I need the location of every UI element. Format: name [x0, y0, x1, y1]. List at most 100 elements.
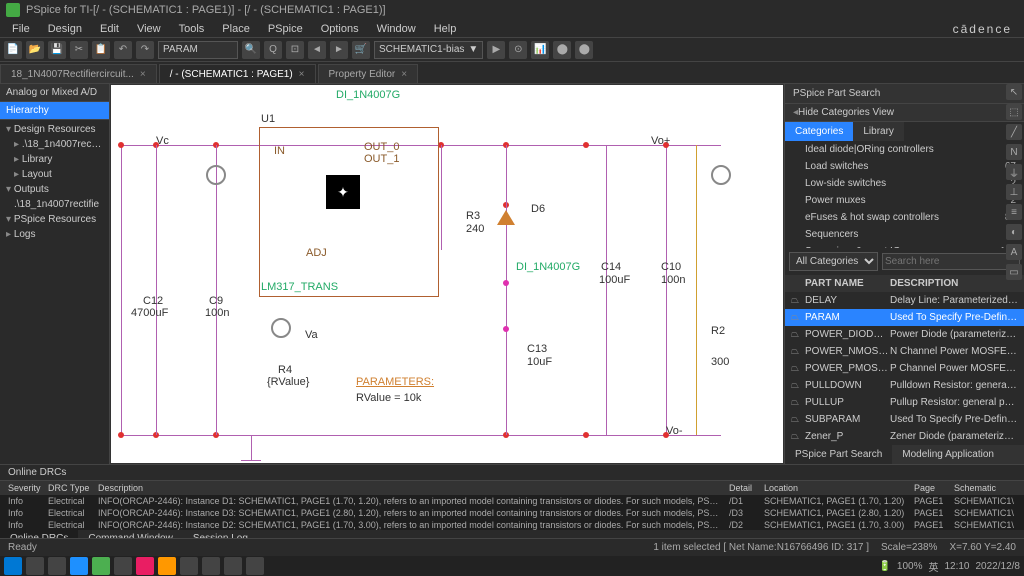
- tree-logs[interactable]: Logs: [2, 227, 107, 242]
- search-taskbar-icon[interactable]: [26, 557, 44, 575]
- marker2-icon[interactable]: ⬤: [575, 41, 593, 59]
- tree-design-resources[interactable]: Design Resources: [2, 122, 107, 137]
- menu-place[interactable]: Place: [214, 21, 258, 37]
- schematic-canvas[interactable]: DI_1N4007G U1 IN: [110, 84, 784, 464]
- tree-output-file[interactable]: .\18_1n4007rectifie: [2, 197, 107, 212]
- hide-categories[interactable]: Hide Categories View: [798, 107, 894, 118]
- wire-c14[interactable]: [606, 145, 607, 435]
- drc-row[interactable]: InfoElectricalINFO(ORCAP-2446): Instance…: [0, 507, 1024, 519]
- drc-row[interactable]: InfoElectricalINFO(ORCAP-2446): Instance…: [0, 495, 1024, 507]
- tab-design[interactable]: 18_1N4007Rectifiercircuit...×: [0, 64, 157, 83]
- clock-time[interactable]: 12:10: [944, 561, 969, 572]
- app-icon[interactable]: [202, 557, 220, 575]
- edge-icon[interactable]: [70, 557, 88, 575]
- tab-modeling[interactable]: Modeling Application: [892, 445, 1004, 464]
- cart-icon[interactable]: 🛒: [352, 41, 370, 59]
- ground-icon[interactable]: [241, 460, 261, 461]
- zoom-out-icon[interactable]: Q: [264, 41, 282, 59]
- part-search-input[interactable]: [158, 41, 238, 59]
- part-row-power-diode[interactable]: ⏢POWER_DIODE_PPower Diode (parameterized…: [785, 326, 1024, 343]
- app-icon[interactable]: [114, 557, 132, 575]
- cat-low-side[interactable]: Low-side switches2: [785, 175, 1024, 192]
- new-icon[interactable]: 📄: [4, 41, 22, 59]
- ground-icon[interactable]: ⏚: [1006, 164, 1022, 180]
- tab-property-editor[interactable]: Property Editor×: [318, 64, 419, 83]
- wire-icon[interactable]: ╱: [1006, 124, 1022, 140]
- app-icon[interactable]: [180, 557, 198, 575]
- net-icon[interactable]: N: [1006, 144, 1022, 160]
- menu-options[interactable]: Options: [313, 21, 367, 37]
- battery-icon[interactable]: 🔋: [878, 561, 890, 572]
- wire-r3[interactable]: [441, 145, 442, 250]
- wire-d6[interactable]: [506, 145, 507, 435]
- menu-file[interactable]: File: [4, 21, 38, 37]
- part-row-param[interactable]: ⏢PARAMUsed To Specify Pre-Defined Parame…: [785, 309, 1024, 326]
- explorer-icon[interactable]: [48, 557, 66, 575]
- zoom-fit-icon[interactable]: ⊡: [286, 41, 304, 59]
- menu-design[interactable]: Design: [40, 21, 90, 37]
- tab-page1[interactable]: / - (SCHEMATIC1 : PAGE1)×: [159, 64, 316, 83]
- voltage-probe-icon[interactable]: [711, 165, 731, 185]
- wechat-icon[interactable]: [92, 557, 110, 575]
- part-row-delay[interactable]: ⏢DELAYDelay Line: Parameterized delay: [785, 292, 1024, 309]
- part-row-power-nmos[interactable]: ⏢POWER_NMOS_PN Channel Power MOSFET (par…: [785, 343, 1024, 360]
- menu-window[interactable]: Window: [369, 21, 424, 37]
- part-row-power-pmos[interactable]: ⏢POWER_PMOS_PP Channel Power MOSFET (par…: [785, 360, 1024, 377]
- clock-date[interactable]: 2022/12/8: [976, 561, 1021, 572]
- sim-icon[interactable]: ⊙: [509, 41, 527, 59]
- voltage-probe-icon[interactable]: [206, 165, 226, 185]
- menu-edit[interactable]: Edit: [92, 21, 127, 37]
- app-icon[interactable]: [246, 557, 264, 575]
- part-row-zener[interactable]: ⏢Zener_PZener Diode (parameterized): [785, 428, 1024, 445]
- wire-c12[interactable]: [156, 145, 157, 435]
- menu-tools[interactable]: Tools: [171, 21, 213, 37]
- tab-library[interactable]: Library: [853, 122, 904, 141]
- sim-profile-combo[interactable]: SCHEMATIC1-bias ▼: [374, 41, 483, 59]
- next-icon[interactable]: ►: [330, 41, 348, 59]
- save-icon[interactable]: 💾: [48, 41, 66, 59]
- copy-icon[interactable]: 📋: [92, 41, 110, 59]
- parameters-title[interactable]: PARAMETERS:: [356, 376, 434, 388]
- port-icon[interactable]: ◐: [1006, 224, 1022, 240]
- tree-layout[interactable]: Layout: [2, 167, 107, 182]
- text-icon[interactable]: A: [1006, 244, 1022, 260]
- close-icon[interactable]: ×: [140, 69, 146, 80]
- redo-icon[interactable]: ↷: [136, 41, 154, 59]
- probe-icon[interactable]: 📊: [531, 41, 549, 59]
- menu-pspice[interactable]: PSpice: [260, 21, 311, 37]
- prev-icon[interactable]: ◄: [308, 41, 326, 59]
- wire[interactable]: [666, 145, 667, 435]
- component-lm317[interactable]: [259, 127, 439, 297]
- wire[interactable]: [251, 435, 252, 460]
- run-icon[interactable]: ▶: [487, 41, 505, 59]
- menu-view[interactable]: View: [129, 21, 169, 37]
- ime-icon[interactable]: 英: [928, 559, 938, 574]
- menu-help[interactable]: Help: [426, 21, 465, 37]
- tree-library[interactable]: Library: [2, 152, 107, 167]
- filter-combo[interactable]: All Categories: [789, 252, 878, 271]
- tree-dsn-file[interactable]: .\18_1n4007rectifier...: [2, 137, 107, 152]
- open-icon[interactable]: 📂: [26, 41, 44, 59]
- select-icon[interactable]: ↖: [1006, 84, 1022, 100]
- diode-icon[interactable]: [497, 210, 515, 225]
- undo-icon[interactable]: ↶: [114, 41, 132, 59]
- cat-efuse[interactable]: eFuses & hot swap controllers88: [785, 209, 1024, 226]
- app-icon[interactable]: [224, 557, 242, 575]
- tab-categories[interactable]: Categories: [785, 122, 853, 141]
- part-row-pulldown[interactable]: ⏢PULLDOWNPulldown Resistor: general para…: [785, 377, 1024, 394]
- rect-icon[interactable]: ▭: [1006, 264, 1022, 280]
- hierarchy-tab[interactable]: Hierarchy: [0, 102, 109, 120]
- app-icon[interactable]: [158, 557, 176, 575]
- cut-icon[interactable]: ✂: [70, 41, 88, 59]
- tab-pspice-search[interactable]: PSpice Part Search: [785, 445, 892, 464]
- part-row-subparam[interactable]: ⏢SUBPARAMUsed To Specify Pre-Defined Sub…: [785, 411, 1024, 428]
- cat-power-mux[interactable]: Power muxes2: [785, 192, 1024, 209]
- bus-icon[interactable]: ≡: [1006, 204, 1022, 220]
- cat-load-switches[interactable]: Load switches67: [785, 158, 1024, 175]
- close-icon[interactable]: ×: [299, 69, 305, 80]
- start-icon[interactable]: [4, 557, 22, 575]
- app-icon[interactable]: [136, 557, 154, 575]
- wire-c9[interactable]: [216, 145, 217, 435]
- marker1-icon[interactable]: ⬤: [553, 41, 571, 59]
- power-icon[interactable]: ⊥: [1006, 184, 1022, 200]
